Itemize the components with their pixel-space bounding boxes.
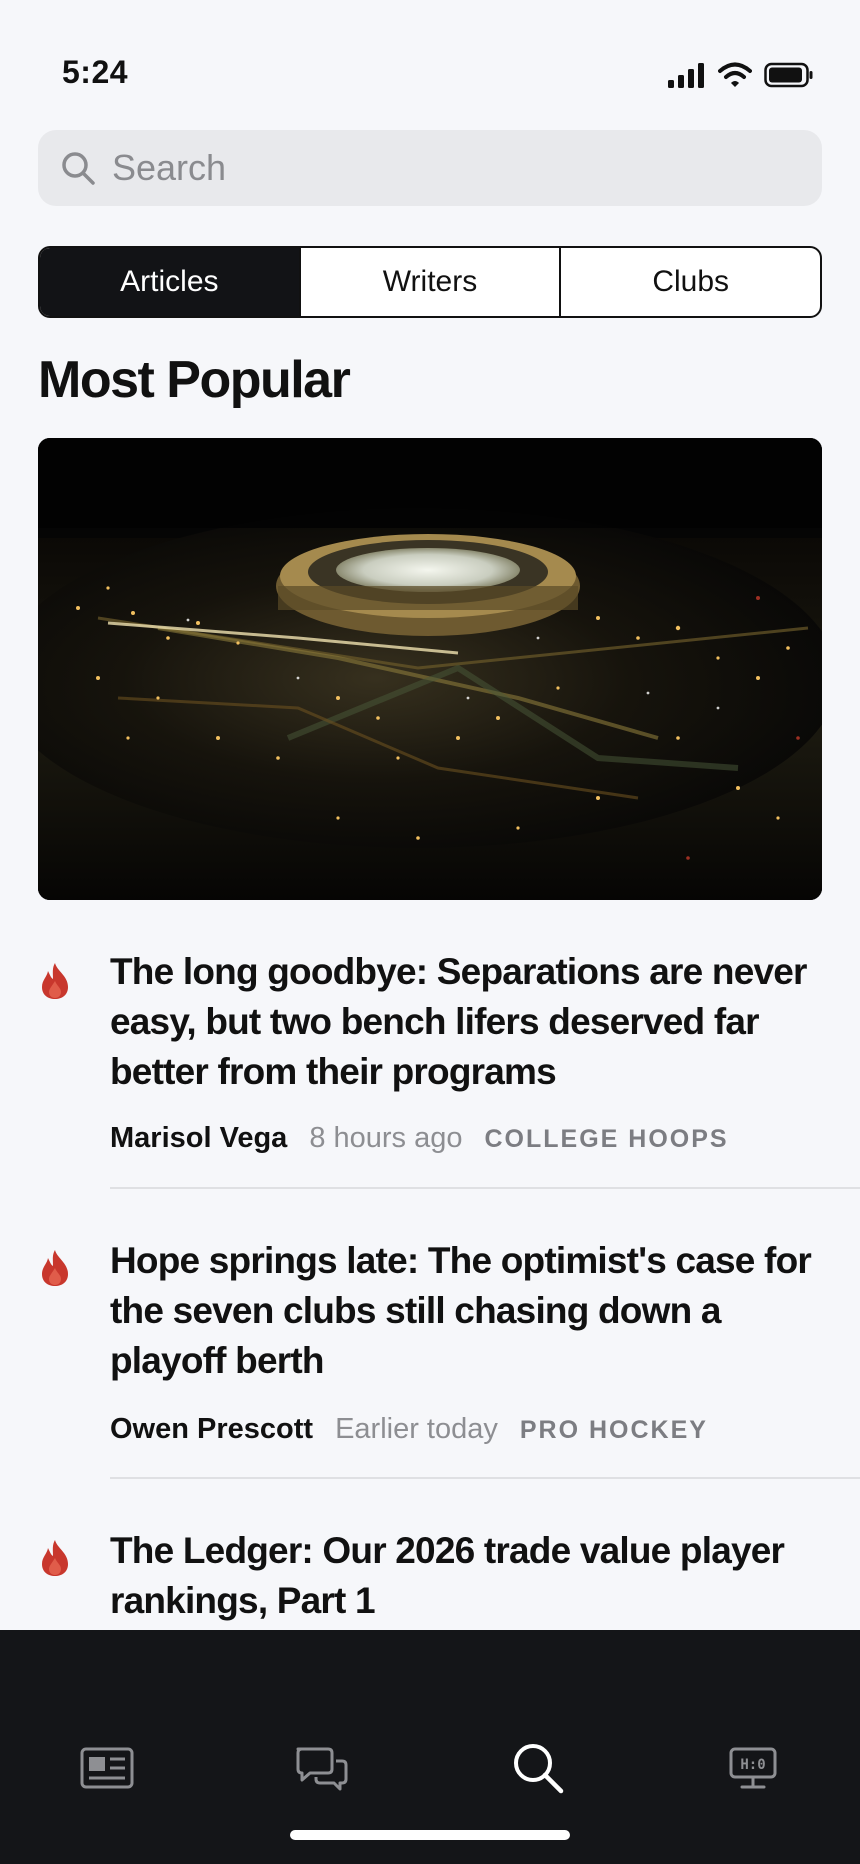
hero-image[interactable] xyxy=(38,438,822,900)
stadium-night-photo xyxy=(38,438,822,900)
status-icons xyxy=(668,62,814,88)
search-input[interactable]: Search xyxy=(38,130,822,206)
screen: 5:24 Search Articles Writers Clubs Most … xyxy=(0,0,860,1864)
search-icon xyxy=(514,1744,564,1794)
chat-bubbles-icon xyxy=(296,1747,348,1791)
tab-writers[interactable]: Writers xyxy=(301,248,562,316)
article-headline[interactable]: The long goodbye: Separations are never … xyxy=(110,947,830,1097)
battery-icon xyxy=(764,62,813,88)
newspaper-icon xyxy=(80,1747,134,1789)
tab-scores[interactable]: H:0 xyxy=(723,1740,783,1796)
divider xyxy=(110,1477,860,1479)
cellular-signal-icon xyxy=(668,63,704,88)
scoreboard-icon: H:0 xyxy=(729,1747,777,1789)
article-author[interactable]: Owen Prescott xyxy=(110,1413,313,1446)
section-title: Most Popular xyxy=(38,351,351,409)
segmented-control: Articles Writers Clubs xyxy=(38,246,822,318)
wifi-icon xyxy=(718,62,752,87)
article-headline[interactable]: The Ledger: Our 2026 trade value player … xyxy=(110,1526,830,1626)
article-time: 8 hours ago xyxy=(309,1122,463,1154)
status-time: 5:24 xyxy=(62,54,129,90)
tab-news[interactable] xyxy=(77,1740,137,1796)
article-author[interactable]: Marisol Vega xyxy=(110,1122,287,1155)
article-meta: Owen Prescott Earlier today PRO HOCKEY xyxy=(110,1413,708,1446)
divider xyxy=(110,1187,860,1189)
status-bar: 5:24 xyxy=(0,0,860,120)
tab-bar: H:0 xyxy=(0,1630,860,1864)
article-category[interactable]: COLLEGE HOOPS xyxy=(484,1125,728,1154)
tab-search[interactable] xyxy=(508,1740,568,1796)
search-icon xyxy=(62,152,95,185)
article-meta: Marisol Vega 8 hours ago COLLEGE HOOPS xyxy=(110,1122,729,1155)
search-placeholder: Search xyxy=(112,147,227,188)
flame-icon xyxy=(42,1250,68,1286)
svg-text:H:0: H:0 xyxy=(740,1757,765,1773)
flame-icon xyxy=(42,1540,68,1576)
article-headline[interactable]: Hope springs late: The optimist's case f… xyxy=(110,1236,830,1386)
flame-icon xyxy=(42,963,68,999)
tab-clubs[interactable]: Clubs xyxy=(561,248,820,316)
home-indicator xyxy=(290,1830,570,1840)
tab-discussions[interactable] xyxy=(292,1740,352,1796)
article-time: Earlier today xyxy=(335,1413,498,1445)
tab-articles[interactable]: Articles xyxy=(40,248,301,316)
article-category[interactable]: PRO HOCKEY xyxy=(520,1416,708,1445)
